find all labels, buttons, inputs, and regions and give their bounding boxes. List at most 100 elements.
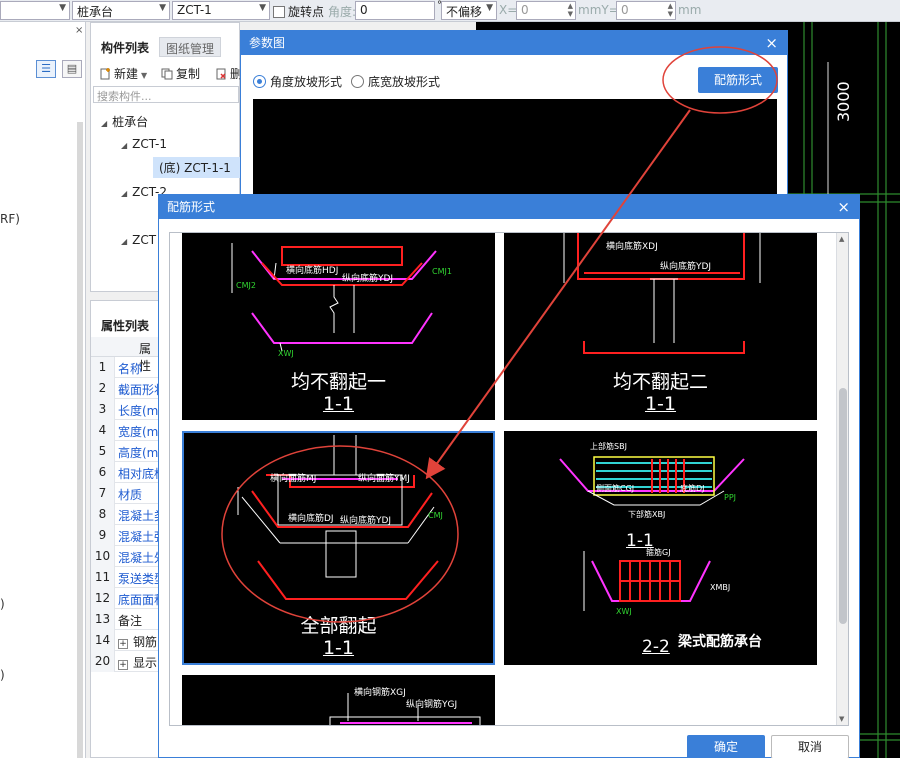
scroll-down-icon[interactable]: ▼ xyxy=(839,715,844,723)
property-name: 名称 xyxy=(118,362,143,376)
tree-item-label: (底) ZCT-1-1 xyxy=(159,161,231,175)
property-name-cell: 高度(m xyxy=(118,444,158,461)
x-input[interactable]: 0 ▲ ▼ xyxy=(516,1,576,20)
checkbox-icon xyxy=(273,6,285,18)
property-row[interactable]: 20 + 显示 xyxy=(91,651,159,672)
property-name: 截面形状 xyxy=(118,383,159,397)
tab-property-list[interactable]: 属性列表 xyxy=(95,315,156,335)
search-input[interactable]: 搜索构件... xyxy=(93,86,239,103)
close-icon[interactable]: × xyxy=(75,25,83,36)
tree-item[interactable]: ◢ ZCT xyxy=(121,233,156,247)
property-row[interactable]: 2截面形状 xyxy=(91,378,159,399)
expand-icon[interactable]: + xyxy=(118,639,128,649)
collapse-icon[interactable]: ◢ xyxy=(101,119,107,128)
row-number: 9 xyxy=(91,525,115,546)
property-row[interactable]: 11泵送类型 xyxy=(91,567,159,588)
property-row[interactable]: 14 + 钢筋 xyxy=(91,630,159,651)
property-name: 底面面积 xyxy=(118,593,159,607)
row-number: 5 xyxy=(91,441,115,462)
section-label: 1-1 xyxy=(626,531,654,551)
property-name: 泵送类型 xyxy=(118,572,159,586)
rebar-option-5[interactable]: 横向钢筋XGJ 纵向钢筋YGJ xyxy=(182,675,495,725)
new-button[interactable]: 新建 ▼ xyxy=(99,65,147,82)
property-name: 宽度(m xyxy=(118,425,159,439)
dialog-title-bar: 配筋形式 × xyxy=(159,195,859,219)
diagram-label: XWJ xyxy=(616,607,632,616)
delete-button[interactable]: 删 xyxy=(215,65,242,82)
property-row[interactable]: 9混凝土强 xyxy=(91,525,159,546)
property-row[interactable]: 1 名称 xyxy=(91,357,159,378)
chevron-down-icon: ▼ xyxy=(259,3,266,13)
property-row[interactable]: 13 备注 xyxy=(91,609,159,630)
property-row[interactable]: 12底面面积 xyxy=(91,588,159,609)
close-icon[interactable]: × xyxy=(765,31,778,55)
copy-icon xyxy=(161,68,173,80)
rebar-form-button[interactable]: 配筋形式 xyxy=(698,67,778,93)
tree-item[interactable]: ◢ ZCT-1 xyxy=(121,137,167,151)
component-name-select[interactable]: ZCT-1 ▼ xyxy=(172,1,270,20)
property-row[interactable]: 4 宽度(m xyxy=(91,420,159,441)
rebar-option-no-bend-1[interactable]: 横向底筋HDJ 纵向底筋YDJ CMJ1 CMJ2 XWJ 均不翻起一 1-1 xyxy=(182,233,495,420)
close-icon[interactable]: × xyxy=(837,195,850,219)
x-label: X= xyxy=(499,3,518,17)
rebar-option-no-bend-2[interactable]: 横向底筋XDJ 纵向底筋YDJ 均不翻起二 1-1 xyxy=(504,233,817,420)
offset-select[interactable]: 不偏移 ▼ xyxy=(441,1,497,20)
scrollbar[interactable]: ▲ ▼ xyxy=(836,233,848,725)
property-row[interactable]: 6相对底标 xyxy=(91,462,159,483)
property-row[interactable]: 10混凝土外 xyxy=(91,546,159,567)
parameter-preview xyxy=(253,99,777,197)
tree-fragment: ) xyxy=(0,597,5,611)
scroll-up-icon[interactable]: ▲ xyxy=(839,235,844,243)
scrollbar-thumb[interactable] xyxy=(839,388,847,624)
spinner-icon: ▲ ▼ xyxy=(667,2,673,18)
rotate-point-checkbox[interactable]: 旋转点 xyxy=(273,3,324,20)
row-number: 11 xyxy=(91,567,115,588)
scrollbar[interactable] xyxy=(77,122,83,758)
tab-component-list[interactable]: 构件列表 xyxy=(95,37,156,57)
y-value: 0 xyxy=(621,3,629,17)
collapse-icon[interactable]: ◢ xyxy=(121,141,127,150)
offset-value: 不偏移 xyxy=(446,5,483,19)
list-view-icon[interactable]: ☰ xyxy=(36,60,56,78)
property-row[interactable]: 7 材质 xyxy=(91,483,159,504)
y-input[interactable]: 0 ▲ ▼ xyxy=(616,1,676,20)
property-name-cell: 混凝土外 xyxy=(118,549,159,566)
property-name: 高度(m xyxy=(118,446,159,460)
tree-item-label: ZCT xyxy=(132,233,157,247)
property-row[interactable]: 8混凝土类 xyxy=(91,504,159,525)
property-name-cell: + 钢筋 xyxy=(118,633,157,650)
component-type-select[interactable]: 桩承台 ▼ xyxy=(72,1,170,20)
tab-drawing-management[interactable]: 图纸管理 xyxy=(159,37,222,57)
radio-unchecked-icon xyxy=(351,75,364,88)
grid-view-icon[interactable]: ▤ xyxy=(62,60,82,78)
property-name-cell: 长度(m xyxy=(118,402,158,419)
expand-icon[interactable]: + xyxy=(118,660,128,670)
property-name: 混凝土外 xyxy=(118,551,159,565)
property-row[interactable]: 3 长度(m xyxy=(91,399,159,420)
diagram-label: 横向底筋HDJ xyxy=(286,266,339,276)
floor-select[interactable]: ▼ xyxy=(0,1,70,20)
property-name: 钢筋 xyxy=(133,635,158,649)
angle-input[interactable]: 0 xyxy=(355,1,435,20)
copy-button[interactable]: 复制 xyxy=(161,65,200,82)
collapse-icon[interactable]: ◢ xyxy=(121,189,127,198)
radio-label: 角度放坡形式 xyxy=(270,75,343,89)
ok-button[interactable]: 确定 xyxy=(687,735,765,758)
chevron-down-icon: ▼ xyxy=(159,3,166,13)
diagram-label: PPJ xyxy=(724,493,737,502)
tree-item-selected[interactable]: (底) ZCT-1-1 xyxy=(153,157,241,178)
row-number: 1 xyxy=(91,357,115,378)
angle-value: 0 xyxy=(360,3,368,17)
row-number: 3 xyxy=(91,399,115,420)
spinner-icon: ▲ ▼ xyxy=(567,2,573,18)
rebar-option-beam-cap[interactable]: 上部筋SBJ 侧面筋CGJ 底筋DJ 下部筋XBJ PPJ 箍筋GJ XMBJ … xyxy=(504,431,817,665)
cancel-button[interactable]: 取消 xyxy=(771,735,849,758)
diagram-label: 横向底筋DJ xyxy=(288,514,334,524)
radio-width-slope[interactable]: 底宽放坡形式 xyxy=(351,73,440,90)
rebar-option-all-bend[interactable]: 横向面筋MJ 纵向面筋YMJ 横向底筋DJ 纵向底筋YDJ CMJ 全部翻起 1… xyxy=(182,431,495,665)
collapse-icon[interactable]: ◢ xyxy=(121,237,127,246)
tree-root[interactable]: ◢ 桩承台 xyxy=(101,113,148,130)
radio-angle-slope[interactable]: 角度放坡形式 xyxy=(253,73,342,90)
chevron-down-icon: ▼ xyxy=(486,3,493,13)
property-row[interactable]: 5 高度(m xyxy=(91,441,159,462)
